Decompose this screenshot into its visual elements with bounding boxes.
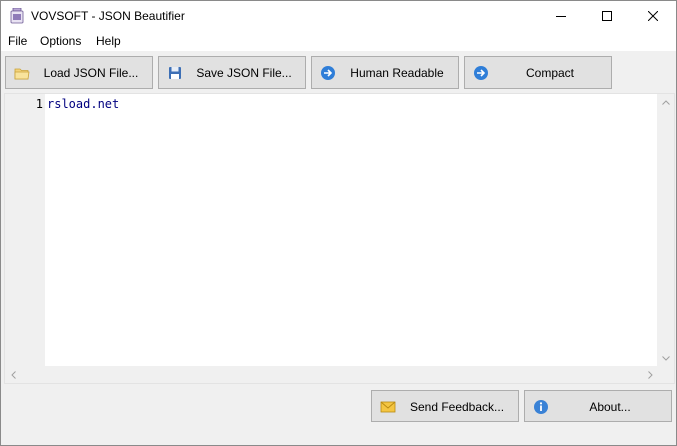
minimize-icon xyxy=(556,16,566,17)
menu-file[interactable]: File xyxy=(8,34,27,48)
vertical-scrollbar[interactable] xyxy=(657,94,674,367)
scroll-up-arrow-icon[interactable] xyxy=(657,94,674,111)
scrollbar-corner xyxy=(657,366,674,383)
folder-icon xyxy=(14,65,30,81)
maximize-icon xyxy=(602,11,612,21)
menu-help[interactable]: Help xyxy=(96,34,121,48)
about-button[interactable]: About... xyxy=(524,390,672,422)
menu-bar: File Options Help xyxy=(1,31,676,51)
envelope-icon xyxy=(380,399,396,415)
send-feedback-button[interactable]: Send Feedback... xyxy=(371,390,519,422)
line-number-gutter: 1 xyxy=(5,94,45,367)
load-json-button[interactable]: Load JSON File... xyxy=(5,56,153,89)
floppy-disk-icon xyxy=(167,65,183,81)
compact-label: Compact xyxy=(525,66,575,80)
code-line[interactable]: rsload.net xyxy=(47,97,119,111)
maximize-button[interactable] xyxy=(584,1,630,31)
save-json-label: Save JSON File... xyxy=(196,66,292,80)
arrow-right-circle-icon xyxy=(320,65,336,81)
human-readable-button[interactable]: Human Readable xyxy=(311,56,459,89)
about-label: About... xyxy=(589,400,631,414)
close-button[interactable] xyxy=(630,1,676,31)
load-json-label: Load JSON File... xyxy=(43,66,139,80)
app-window: VOVSOFT - JSON Beautifier File Options H… xyxy=(0,0,677,446)
send-feedback-label: Send Feedback... xyxy=(409,400,505,414)
save-json-button[interactable]: Save JSON File... xyxy=(158,56,306,89)
horizontal-scrollbar[interactable] xyxy=(5,366,659,383)
minimize-button[interactable] xyxy=(538,1,584,31)
scroll-left-arrow-icon[interactable] xyxy=(5,366,22,383)
menu-options[interactable]: Options xyxy=(40,34,81,48)
arrow-right-circle-icon xyxy=(473,65,489,81)
jar-app-icon xyxy=(10,7,24,24)
window-title: VOVSOFT - JSON Beautifier xyxy=(31,9,185,23)
title-bar[interactable]: VOVSOFT - JSON Beautifier xyxy=(1,1,676,31)
info-icon xyxy=(533,399,549,415)
json-editor[interactable]: 1 rsload.net xyxy=(4,93,675,384)
scroll-down-arrow-icon[interactable] xyxy=(657,350,674,367)
close-icon xyxy=(648,11,658,21)
compact-button[interactable]: Compact xyxy=(464,56,612,89)
human-readable-label: Human Readable xyxy=(350,66,444,80)
line-number: 1 xyxy=(35,97,43,111)
